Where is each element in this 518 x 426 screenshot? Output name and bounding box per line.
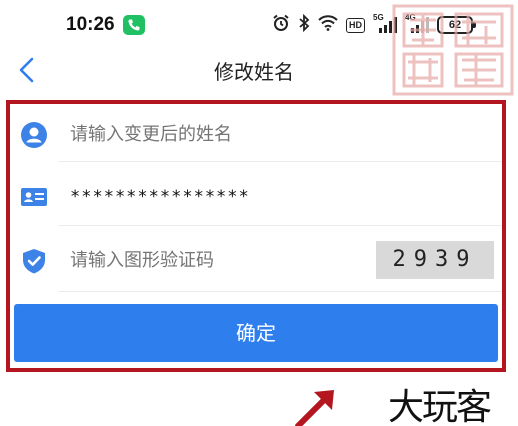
divider	[58, 161, 502, 162]
status-time: 10:26	[66, 14, 115, 35]
new-name-input[interactable]	[70, 118, 470, 152]
arrow-annotation-icon	[295, 390, 334, 426]
hd-badge: HD	[346, 17, 365, 33]
id-number-field[interactable]: ****************	[70, 180, 250, 214]
divider	[58, 225, 502, 226]
divider	[58, 291, 502, 292]
confirm-button[interactable]: 确定	[14, 304, 498, 362]
watermark-text: 大玩客	[388, 387, 492, 426]
signal-tag-1: 5G	[373, 13, 384, 22]
wifi-icon	[318, 15, 338, 35]
captcha-input[interactable]	[70, 244, 360, 278]
bluetooth-icon	[298, 13, 310, 36]
name-change-form: **************** 2939 确定	[6, 100, 506, 372]
phone-call-icon	[123, 15, 145, 35]
captcha-row: 2939	[10, 230, 502, 294]
name-row	[10, 104, 502, 168]
shield-check-icon	[20, 247, 48, 275]
seal-watermark	[386, 0, 518, 100]
id-card-icon	[20, 183, 48, 211]
user-icon	[20, 121, 48, 149]
captcha-image[interactable]: 2939	[376, 241, 494, 279]
id-row: ****************	[10, 166, 502, 230]
alarm-icon	[272, 14, 290, 36]
page-title: 修改姓名	[214, 60, 294, 84]
